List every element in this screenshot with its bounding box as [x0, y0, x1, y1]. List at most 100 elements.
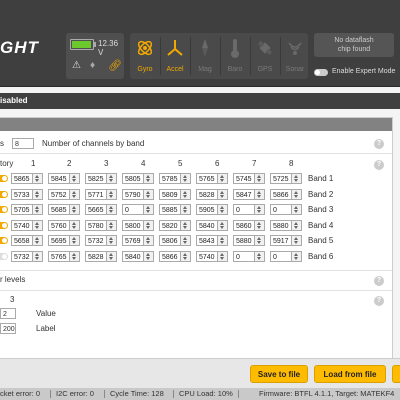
channel-frequency-input[interactable]: 5805 — [122, 173, 144, 184]
spinner-control[interactable] — [181, 189, 191, 200]
channel-frequency-input[interactable]: 5740 — [196, 251, 218, 262]
channel-frequency-input[interactable]: 5866 — [159, 251, 181, 262]
spinner-control[interactable] — [33, 235, 43, 246]
load-from-file-button[interactable]: Load from file — [314, 365, 386, 383]
channel-frequency-input[interactable]: 5880 — [270, 220, 292, 231]
channel-frequency-input[interactable]: 5847 — [233, 189, 255, 200]
extra-action-button[interactable] — [392, 365, 400, 383]
spinner-control[interactable] — [70, 173, 80, 184]
channel-frequency-input[interactable]: 5752 — [48, 189, 70, 200]
channel-frequency-input[interactable]: 5800 — [122, 220, 144, 231]
spinner-control[interactable] — [107, 235, 117, 246]
factory-toggle[interactable] — [0, 237, 8, 244]
factory-toggle[interactable] — [0, 175, 8, 182]
channel-frequency-input[interactable]: 5695 — [48, 235, 70, 246]
channel-frequency-input[interactable]: 5860 — [233, 220, 255, 231]
channel-frequency-input[interactable]: 5771 — [85, 189, 107, 200]
spinner-control[interactable] — [218, 251, 228, 262]
channel-frequency-input[interactable]: 5765 — [196, 173, 218, 184]
spinner-control[interactable] — [70, 189, 80, 200]
channel-frequency-input[interactable]: 5825 — [85, 173, 107, 184]
spinner-control[interactable] — [107, 251, 117, 262]
spinner-control[interactable] — [181, 235, 191, 246]
spinner-control[interactable] — [33, 220, 43, 231]
channel-frequency-input[interactable]: 5732 — [85, 235, 107, 246]
channel-frequency-input[interactable]: 5917 — [270, 235, 292, 246]
spinner-control[interactable] — [181, 251, 191, 262]
link-icon[interactable]: 🔗︎ — [108, 59, 122, 72]
spinner-control[interactable] — [144, 204, 154, 215]
channel-frequency-input[interactable]: 5840 — [122, 251, 144, 262]
spinner-control[interactable] — [33, 189, 43, 200]
spinner-control[interactable] — [292, 173, 302, 184]
power-label-input[interactable]: 200 — [0, 323, 16, 334]
spinner-control[interactable] — [70, 220, 80, 231]
expert-mode-toggle[interactable] — [314, 69, 328, 76]
channel-frequency-input[interactable]: 5828 — [85, 251, 107, 262]
help-icon[interactable]: ? — [374, 296, 384, 306]
spinner-control[interactable] — [70, 204, 80, 215]
spinner-control[interactable] — [107, 220, 117, 231]
channel-frequency-input[interactable]: 5866 — [270, 189, 292, 200]
channel-frequency-input[interactable]: 0 — [122, 204, 144, 215]
spinner-control[interactable] — [144, 189, 154, 200]
channel-frequency-input[interactable]: 5843 — [196, 235, 218, 246]
spinner-control[interactable] — [181, 204, 191, 215]
spinner-control[interactable] — [33, 204, 43, 215]
channel-frequency-input[interactable]: 5845 — [48, 173, 70, 184]
channel-frequency-input[interactable]: 5765 — [48, 251, 70, 262]
channel-frequency-input[interactable]: 5828 — [196, 189, 218, 200]
help-icon[interactable]: ? — [374, 276, 384, 286]
spinner-control[interactable] — [33, 251, 43, 262]
channel-frequency-input[interactable]: 5740 — [11, 220, 33, 231]
spinner-control[interactable] — [292, 204, 302, 215]
spinner-control[interactable] — [107, 204, 117, 215]
spinner-control[interactable] — [218, 173, 228, 184]
channel-frequency-input[interactable]: 5880 — [233, 235, 255, 246]
spinner-control[interactable] — [292, 251, 302, 262]
factory-toggle[interactable] — [0, 222, 8, 229]
channel-frequency-input[interactable]: 5780 — [85, 220, 107, 231]
channel-frequency-input[interactable]: 0 — [233, 204, 255, 215]
save-to-file-button[interactable]: Save to file — [250, 365, 308, 383]
channel-frequency-input[interactable]: 0 — [233, 251, 255, 262]
spinner-control[interactable] — [181, 173, 191, 184]
channel-frequency-input[interactable]: 0 — [270, 251, 292, 262]
channel-frequency-input[interactable]: 5820 — [159, 220, 181, 231]
spinner-control[interactable] — [255, 173, 265, 184]
channel-frequency-input[interactable]: 5809 — [159, 189, 181, 200]
bands-count-input[interactable]: 8 — [12, 138, 34, 149]
spinner-control[interactable] — [70, 235, 80, 246]
spinner-control[interactable] — [107, 189, 117, 200]
channel-frequency-input[interactable]: 5705 — [11, 204, 33, 215]
spinner-control[interactable] — [255, 189, 265, 200]
channel-frequency-input[interactable]: 5745 — [233, 173, 255, 184]
spinner-control[interactable] — [144, 220, 154, 231]
spinner-control[interactable] — [144, 173, 154, 184]
power-value-input[interactable]: 2 — [0, 308, 16, 319]
channel-frequency-input[interactable]: 5885 — [159, 204, 181, 215]
channel-frequency-input[interactable]: 0 — [270, 204, 292, 215]
factory-toggle[interactable] — [0, 206, 8, 213]
factory-toggle[interactable] — [0, 191, 8, 198]
channel-frequency-input[interactable]: 5725 — [270, 173, 292, 184]
spinner-control[interactable] — [255, 251, 265, 262]
spinner-control[interactable] — [144, 235, 154, 246]
channel-frequency-input[interactable]: 5733 — [11, 189, 33, 200]
spinner-control[interactable] — [255, 235, 265, 246]
channel-frequency-input[interactable]: 5658 — [11, 235, 33, 246]
channel-frequency-input[interactable]: 5685 — [48, 204, 70, 215]
spinner-control[interactable] — [292, 235, 302, 246]
channel-frequency-input[interactable]: 5760 — [48, 220, 70, 231]
channel-frequency-input[interactable]: 5905 — [196, 204, 218, 215]
spinner-control[interactable] — [70, 251, 80, 262]
channel-frequency-input[interactable]: 5732 — [11, 251, 33, 262]
channel-frequency-input[interactable]: 5785 — [159, 173, 181, 184]
channel-frequency-input[interactable]: 5865 — [11, 173, 33, 184]
spinner-control[interactable] — [218, 220, 228, 231]
spinner-control[interactable] — [218, 204, 228, 215]
help-icon[interactable]: ? — [374, 139, 384, 149]
spinner-control[interactable] — [144, 251, 154, 262]
channel-frequency-input[interactable]: 5665 — [85, 204, 107, 215]
spinner-control[interactable] — [255, 220, 265, 231]
